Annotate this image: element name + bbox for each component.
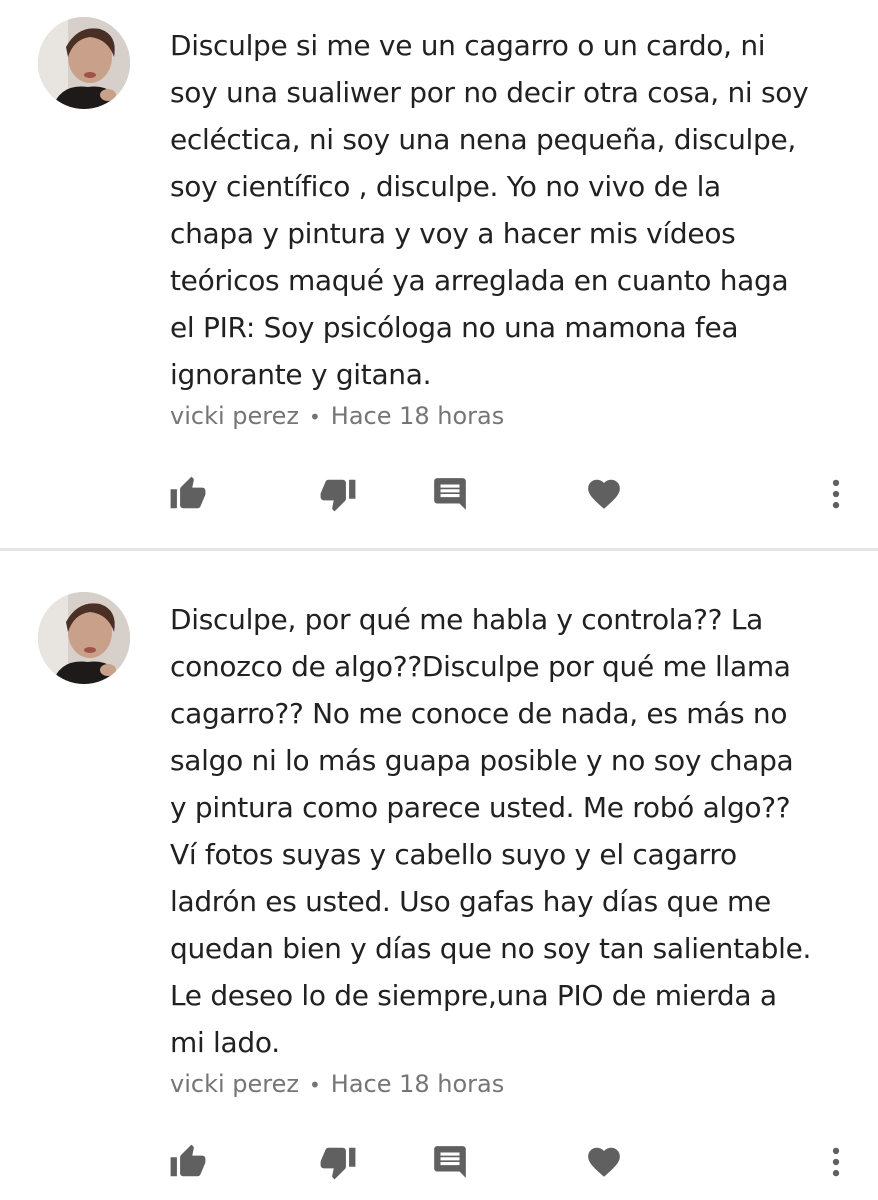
heart-icon — [588, 1147, 620, 1177]
comment-icon — [434, 1146, 466, 1178]
thumb-up-icon — [170, 476, 206, 509]
comment-meta: vicki perez • Hace 18 horas — [170, 402, 504, 430]
timestamp: Hace 18 horas — [330, 1070, 505, 1098]
more-options-button[interactable] — [814, 472, 858, 516]
dislike-button[interactable] — [316, 472, 360, 516]
comment-text: Disculpe, por qué me habla y controla?? … — [170, 603, 812, 1059]
comment-actions — [0, 1140, 878, 1184]
divider — [0, 548, 878, 551]
like-button[interactable] — [166, 1140, 210, 1184]
comment-card: Disculpe si me ve un cagarro o un cardo,… — [0, 0, 878, 548]
reply-button[interactable] — [428, 1140, 472, 1184]
comment-text: Disculpe si me ve un cagarro o un cardo,… — [170, 29, 809, 391]
avatar[interactable] — [38, 17, 130, 109]
more-vertical-icon — [832, 479, 840, 509]
comment-meta: vicki perez • Hace 18 horas — [170, 1070, 504, 1098]
meta-separator: • — [308, 405, 321, 429]
timestamp: Hace 18 horas — [330, 402, 505, 430]
more-options-button[interactable] — [814, 1140, 858, 1184]
heart-button[interactable] — [582, 1140, 626, 1184]
reply-button[interactable] — [428, 472, 472, 516]
thumb-up-icon — [170, 1144, 206, 1177]
comment-icon — [434, 478, 466, 510]
comment-actions — [0, 472, 878, 516]
like-button[interactable] — [166, 472, 210, 516]
meta-separator: • — [308, 1073, 321, 1097]
heart-icon — [588, 479, 620, 509]
dislike-button[interactable] — [316, 1140, 360, 1184]
more-vertical-icon — [832, 1147, 840, 1177]
avatar-image — [38, 17, 130, 109]
avatar[interactable] — [38, 592, 130, 684]
author-name[interactable]: vicki perez — [170, 1070, 299, 1098]
comment-card: Disculpe, por qué me habla y controla?? … — [0, 552, 878, 1200]
thumb-down-icon — [320, 479, 356, 512]
avatar-image — [38, 592, 130, 684]
thumb-down-icon — [320, 1147, 356, 1180]
heart-button[interactable] — [582, 472, 626, 516]
author-name[interactable]: vicki perez — [170, 402, 299, 430]
